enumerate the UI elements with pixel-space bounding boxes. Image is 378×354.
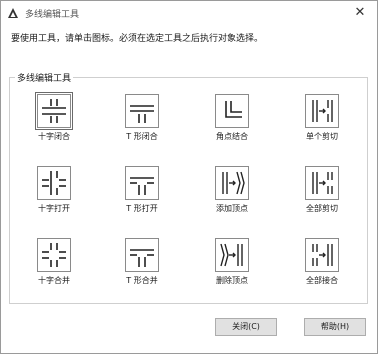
tool-label: 角点结合 (216, 132, 248, 141)
tool-cut-single: 单个剪切 (291, 94, 351, 146)
corner-joint-icon (225, 101, 242, 118)
weld-all-button[interactable] (305, 238, 339, 272)
title-bar: 多线编辑工具 ✕ (1, 1, 377, 25)
cross-closed-button[interactable] (35, 92, 73, 130)
delete-vertex-button[interactable] (215, 238, 249, 272)
add-vertex-icon (222, 171, 245, 195)
group-label: 多线编辑工具 (15, 71, 74, 84)
instruction-text: 要使用工具，请单击图标。必须在选定工具之后执行对象选择。 (11, 34, 264, 44)
add-vertex-button[interactable] (215, 166, 249, 200)
tool-tee-open: T 形打开 (111, 166, 171, 218)
tool-cross-open: 十字打开 (23, 166, 83, 218)
tool-delete-vertex: 删除顶点 (201, 238, 261, 290)
tool-label: T 形打开 (126, 204, 158, 213)
tool-label: 添加顶点 (216, 204, 248, 213)
tool-weld-all: 全部接合 (291, 238, 351, 290)
window-title: 多线编辑工具 (25, 10, 80, 20)
tool-label: 十字合并 (38, 276, 70, 285)
tool-label: 删除顶点 (216, 276, 248, 285)
corner-joint-button[interactable] (215, 94, 249, 128)
tool-tee-merged: T 形合并 (111, 238, 171, 290)
cross-merged-button[interactable] (37, 238, 71, 272)
tee-merged-button[interactable] (125, 238, 159, 272)
tool-cut-all: 全部剪切 (291, 166, 351, 218)
close-button[interactable]: 关闭(C) (215, 318, 277, 336)
tool-label: 十字打开 (38, 204, 70, 213)
tool-label: 全部剪切 (306, 204, 338, 213)
tool-label: T 形闭合 (126, 132, 158, 141)
tee-open-icon (130, 177, 154, 195)
tool-label: 全部接合 (306, 276, 338, 285)
close-icon[interactable]: ✕ (351, 4, 369, 22)
cross-closed-icon (42, 99, 66, 123)
tool-label: 单个剪切 (306, 132, 338, 141)
tool-cross-merged: 十字合并 (23, 238, 83, 290)
cut-all-button[interactable] (305, 166, 339, 200)
tool-corner-joint: 角点结合 (201, 94, 261, 146)
tool-label: T 形合并 (126, 276, 158, 285)
app-icon (8, 8, 18, 18)
weld-all-icon (312, 244, 333, 266)
tool-label: 十字闭合 (38, 132, 70, 141)
cross-open-button[interactable] (37, 166, 71, 200)
multiline-edit-dialog: 多线编辑工具 ✕ 要使用工具，请单击图标。必须在选定工具之后执行对象选择。 多线… (0, 0, 378, 354)
help-button[interactable]: 帮助(H) (304, 318, 366, 336)
tool-tee-closed: T 形闭合 (111, 94, 171, 146)
tool-cross-closed: 十字闭合 (23, 92, 83, 146)
cut-single-button[interactable] (305, 94, 339, 128)
cross-merged-icon (42, 243, 66, 267)
tool-add-vertex: 添加顶点 (201, 166, 261, 218)
tee-closed-button[interactable] (125, 94, 159, 128)
cross-open-icon (42, 171, 66, 195)
tee-merged-icon (130, 249, 154, 267)
cut-single-icon (312, 100, 333, 122)
cut-all-icon (312, 172, 333, 194)
tee-closed-icon (130, 105, 154, 123)
tee-open-button[interactable] (125, 166, 159, 200)
delete-vertex-icon (220, 243, 243, 267)
